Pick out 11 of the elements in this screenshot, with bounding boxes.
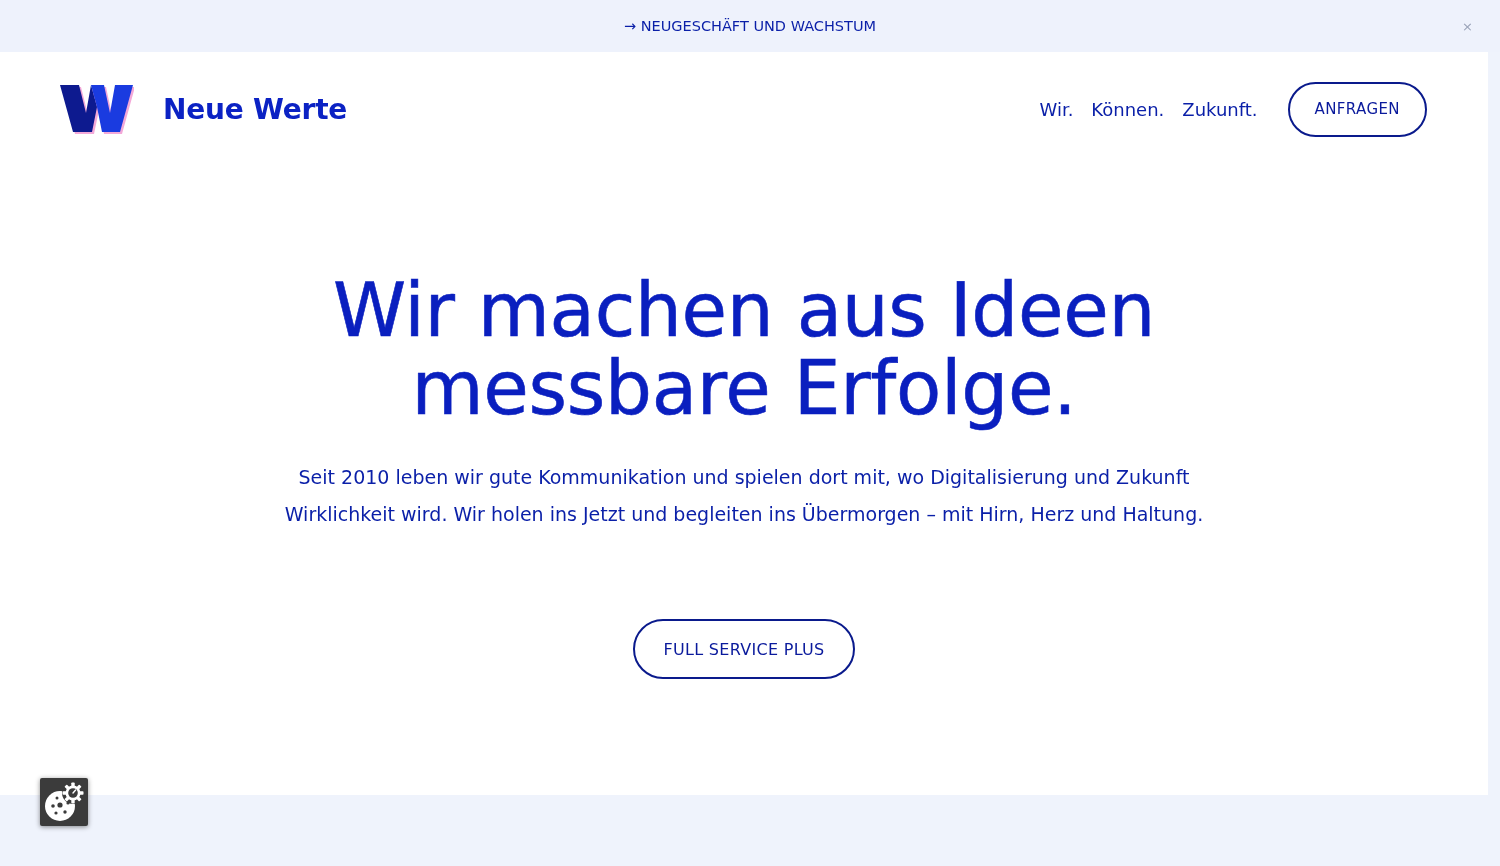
- nav-link[interactable]: Können.: [1091, 98, 1165, 120]
- full-service-button[interactable]: FULL SERVICE PLUS: [633, 619, 855, 679]
- nav-link[interactable]: Wir.: [1039, 98, 1074, 120]
- brand-name: Neue Werte: [163, 92, 348, 126]
- hero-intro-text: Seit 2010 leben wir gute Kommunikation und spielen dort mit, wo Digitalisierung und Zukunft Wirklichkeit wird. Wir holen ins Jetzt und begleiten ins Übermorgen – mit Hirn, Herz und Haltung.: [283, 465, 1205, 527]
- inquiry-button[interactable]: ANFRAGEN: [1287, 81, 1427, 137]
- nav-link[interactable]: Zukunft.: [1182, 98, 1258, 120]
- w-logo-icon[interactable]: [60, 84, 134, 134]
- cookie-gear-icon: [43, 781, 85, 823]
- cookie-settings-button[interactable]: [40, 778, 88, 826]
- announcement-link[interactable]: → NEUGESCHÄFT UND WACHSTUM: [623, 18, 877, 34]
